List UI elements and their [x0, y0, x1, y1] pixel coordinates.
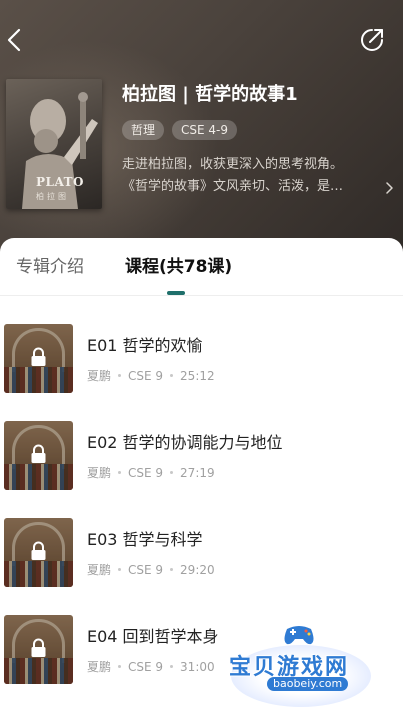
meta-separator [170, 374, 174, 377]
cover-subtitle: 柏拉图 [36, 192, 69, 201]
description-line: 走进柏拉图，收获更深入的思考视角。 [122, 157, 344, 172]
lesson-title: E02 哲学的协调能力与地位 [87, 433, 283, 452]
active-tab-indicator [167, 291, 185, 295]
lesson-duration: 31:00 [180, 659, 215, 674]
lesson-author: 夏鹏 [87, 660, 112, 674]
lesson-title: E04 回到哲学本身 [87, 627, 219, 646]
meta-separator [118, 374, 122, 377]
album-title: 柏拉图 | 哲学的故事1 [122, 84, 298, 105]
lesson-level: CSE 9 [128, 659, 164, 674]
lesson-title: E01 哲学的欢愉 [87, 336, 203, 355]
lesson-thumbnail [4, 324, 73, 393]
tab-courses[interactable]: 课程(共78课) [125, 256, 232, 278]
album-description[interactable]: 走进柏拉图，收获更深入的思考视角。 《哲学的故事》文风亲切、活泼，是… [122, 154, 374, 198]
lesson-thumbnail [4, 518, 73, 587]
lesson-duration: 29:20 [180, 562, 215, 577]
plato-statue-image [22, 92, 98, 209]
lesson-level: CSE 9 [128, 465, 164, 480]
share-button[interactable] [358, 26, 386, 54]
lesson-meta: 夏鹏 CSE 9 27:19 [87, 464, 215, 481]
tag-list: 哲理 CSE 4-9 [122, 120, 238, 140]
lesson-author: 夏鹏 [87, 369, 112, 383]
tab-album-intro[interactable]: 专辑介绍 [16, 256, 84, 278]
lesson-level: CSE 9 [128, 368, 164, 383]
album-cover: PLATO 柏拉图 [6, 79, 102, 209]
tag-category[interactable]: 哲理 [122, 120, 165, 140]
tab-bar: 专辑介绍 课程(共78课) [0, 238, 403, 296]
lesson-title: E03 哲学与科学 [87, 530, 203, 549]
lock-icon [31, 347, 46, 366]
lesson-thumbnail [4, 421, 73, 490]
cover-title: PLATO [36, 175, 84, 189]
gamepad-icon [284, 626, 314, 645]
list-item[interactable]: E02 哲学的协调能力与地位 夏鹏 CSE 9 27:19 [0, 421, 403, 491]
lesson-meta: 夏鹏 CSE 9 29:20 [87, 561, 215, 578]
meta-separator [170, 471, 174, 474]
lock-icon [31, 541, 46, 560]
meta-separator [118, 568, 122, 571]
lesson-author: 夏鹏 [87, 466, 112, 480]
lesson-thumbnail [4, 615, 73, 684]
share-icon [361, 29, 383, 51]
list-item[interactable]: E01 哲学的欢愉 夏鹏 CSE 9 25:12 [0, 324, 403, 394]
album-header: PLATO 柏拉图 柏拉图 | 哲学的故事1 哲理 CSE 4-9 走进柏拉图，… [0, 0, 403, 260]
description-more-button[interactable] [383, 180, 395, 196]
chevron-left-icon [7, 28, 21, 52]
lock-icon [31, 444, 46, 463]
back-button[interactable] [2, 24, 26, 56]
list-item[interactable]: E03 哲学与科学 夏鹏 CSE 9 29:20 [0, 518, 403, 588]
lesson-level: CSE 9 [128, 562, 164, 577]
lesson-meta: 夏鹏 CSE 9 25:12 [87, 367, 215, 384]
meta-separator [118, 471, 122, 474]
meta-separator [118, 665, 122, 668]
meta-separator [170, 665, 174, 668]
lock-icon [31, 638, 46, 657]
watermark-url: baobeiy.com [267, 677, 349, 691]
lesson-duration: 25:12 [180, 368, 215, 383]
site-watermark: 宝贝游戏网 baobeiy.com [225, 615, 375, 711]
lesson-meta: 夏鹏 CSE 9 31:00 [87, 658, 215, 675]
chevron-right-icon [386, 182, 393, 194]
tag-level[interactable]: CSE 4-9 [172, 120, 238, 140]
description-line: 《哲学的故事》文风亲切、活泼，是… [122, 179, 344, 194]
lesson-author: 夏鹏 [87, 563, 112, 577]
lesson-duration: 27:19 [180, 465, 215, 480]
meta-separator [170, 568, 174, 571]
